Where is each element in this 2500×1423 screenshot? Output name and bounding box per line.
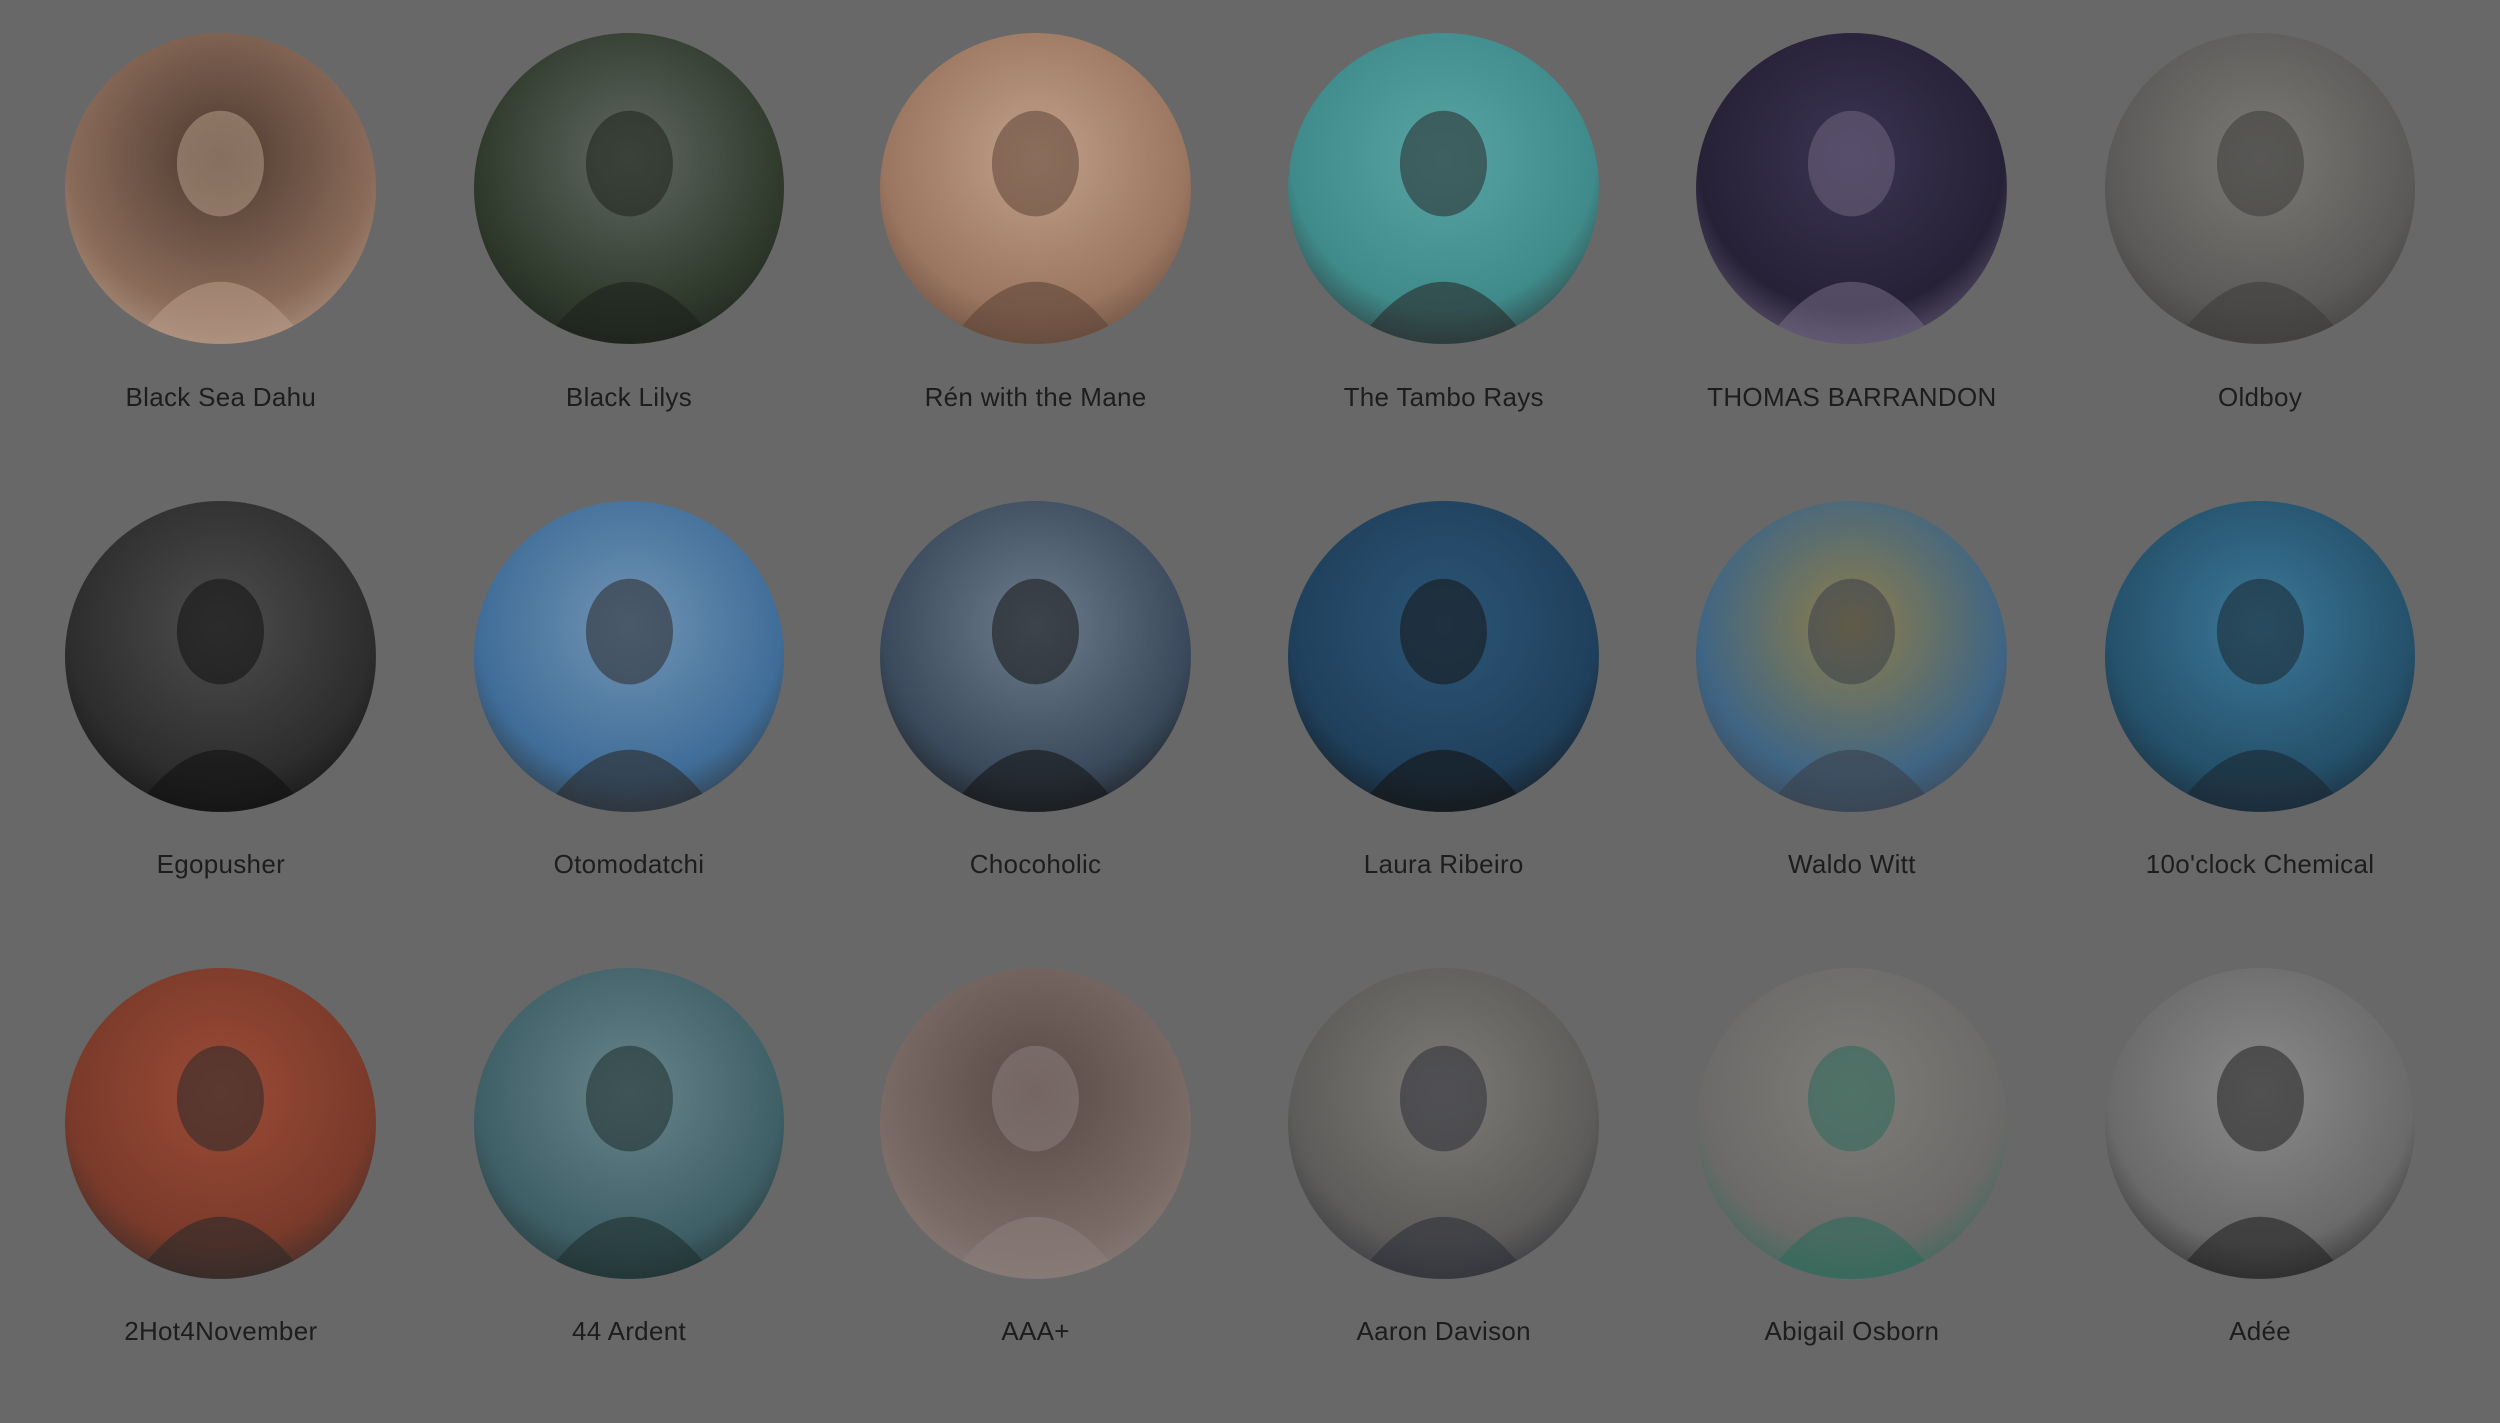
artist-card[interactable]: Chocoholic <box>856 500 1216 921</box>
artist-photo[interactable] <box>65 967 377 1279</box>
artist-name[interactable]: The Tambo Rays <box>1264 382 1624 413</box>
artist-photo[interactable] <box>880 500 1191 812</box>
artist-card[interactable]: Laura Ribeiro <box>1264 500 1624 921</box>
artist-photo[interactable] <box>1288 33 1600 345</box>
artist-photo[interactable] <box>880 33 1191 345</box>
artist-name[interactable]: Black Lilys <box>449 382 809 413</box>
artist-card[interactable]: 2Hot4November <box>41 967 401 1388</box>
artist-name[interactable]: THOMAS BARRANDON <box>1672 382 2032 413</box>
artist-card[interactable]: Egopusher <box>41 500 401 921</box>
artist-card[interactable]: 10o'clock Chemical <box>2080 500 2440 921</box>
artist-photo[interactable] <box>1696 500 2008 812</box>
artist-card[interactable]: Aaron Davison <box>1264 967 1624 1388</box>
artist-card[interactable]: 44 Ardent <box>449 967 809 1388</box>
artist-card[interactable]: Rén with the Mane <box>856 33 1216 453</box>
artist-photo[interactable] <box>880 967 1191 1279</box>
artist-photo[interactable] <box>1288 500 1600 812</box>
artist-photo[interactable] <box>473 967 785 1279</box>
artist-name[interactable]: Otomodatchi <box>449 849 809 880</box>
artist-card[interactable]: Abigail Osborn <box>1672 967 2032 1388</box>
artist-card[interactable]: Otomodatchi <box>449 500 809 921</box>
artist-name[interactable]: Egopusher <box>41 849 401 880</box>
artist-name[interactable]: Adée <box>2080 1316 2440 1347</box>
artist-name[interactable]: Laura Ribeiro <box>1264 849 1624 880</box>
artist-card[interactable]: Black Sea Dahu <box>41 33 401 453</box>
artist-name[interactable]: Oldboy <box>2080 382 2440 413</box>
artist-card[interactable]: Oldboy <box>2080 33 2440 453</box>
artist-card[interactable]: THOMAS BARRANDON <box>1672 33 2032 453</box>
artist-name[interactable]: 44 Ardent <box>449 1316 809 1347</box>
artist-card[interactable]: Black Lilys <box>449 33 809 453</box>
artist-card[interactable]: The Tambo Rays <box>1264 33 1624 453</box>
artist-photo[interactable] <box>473 33 785 345</box>
artist-card[interactable]: Adée <box>2080 967 2440 1388</box>
artist-card[interactable]: AAA+ <box>856 967 1216 1388</box>
artist-name[interactable]: Black Sea Dahu <box>41 382 401 413</box>
artist-name[interactable]: Rén with the Mane <box>856 382 1216 413</box>
artist-name[interactable]: Aaron Davison <box>1264 1316 1624 1347</box>
artist-photo[interactable] <box>1696 33 2008 345</box>
artist-card[interactable]: Waldo Witt <box>1672 500 2032 921</box>
artist-photo[interactable] <box>2104 500 2416 812</box>
artist-photo[interactable] <box>2104 33 2416 345</box>
artist-photo[interactable] <box>2104 967 2416 1279</box>
artist-photo[interactable] <box>1696 967 2008 1279</box>
artist-name[interactable]: AAA+ <box>856 1316 1216 1347</box>
artist-name[interactable]: 10o'clock Chemical <box>2080 849 2440 880</box>
artist-photo[interactable] <box>65 500 377 812</box>
artist-grid: Black Sea Dahu Black Lilys Rén with the Ma… <box>0 0 2500 1423</box>
artist-photo[interactable] <box>473 500 785 812</box>
artist-photo[interactable] <box>1288 967 1600 1279</box>
artist-name[interactable]: Waldo Witt <box>1672 849 2032 880</box>
artist-photo[interactable] <box>65 33 377 345</box>
artist-name[interactable]: Abigail Osborn <box>1672 1316 2032 1347</box>
artist-name[interactable]: Chocoholic <box>856 849 1216 880</box>
artist-name[interactable]: 2Hot4November <box>41 1316 401 1347</box>
